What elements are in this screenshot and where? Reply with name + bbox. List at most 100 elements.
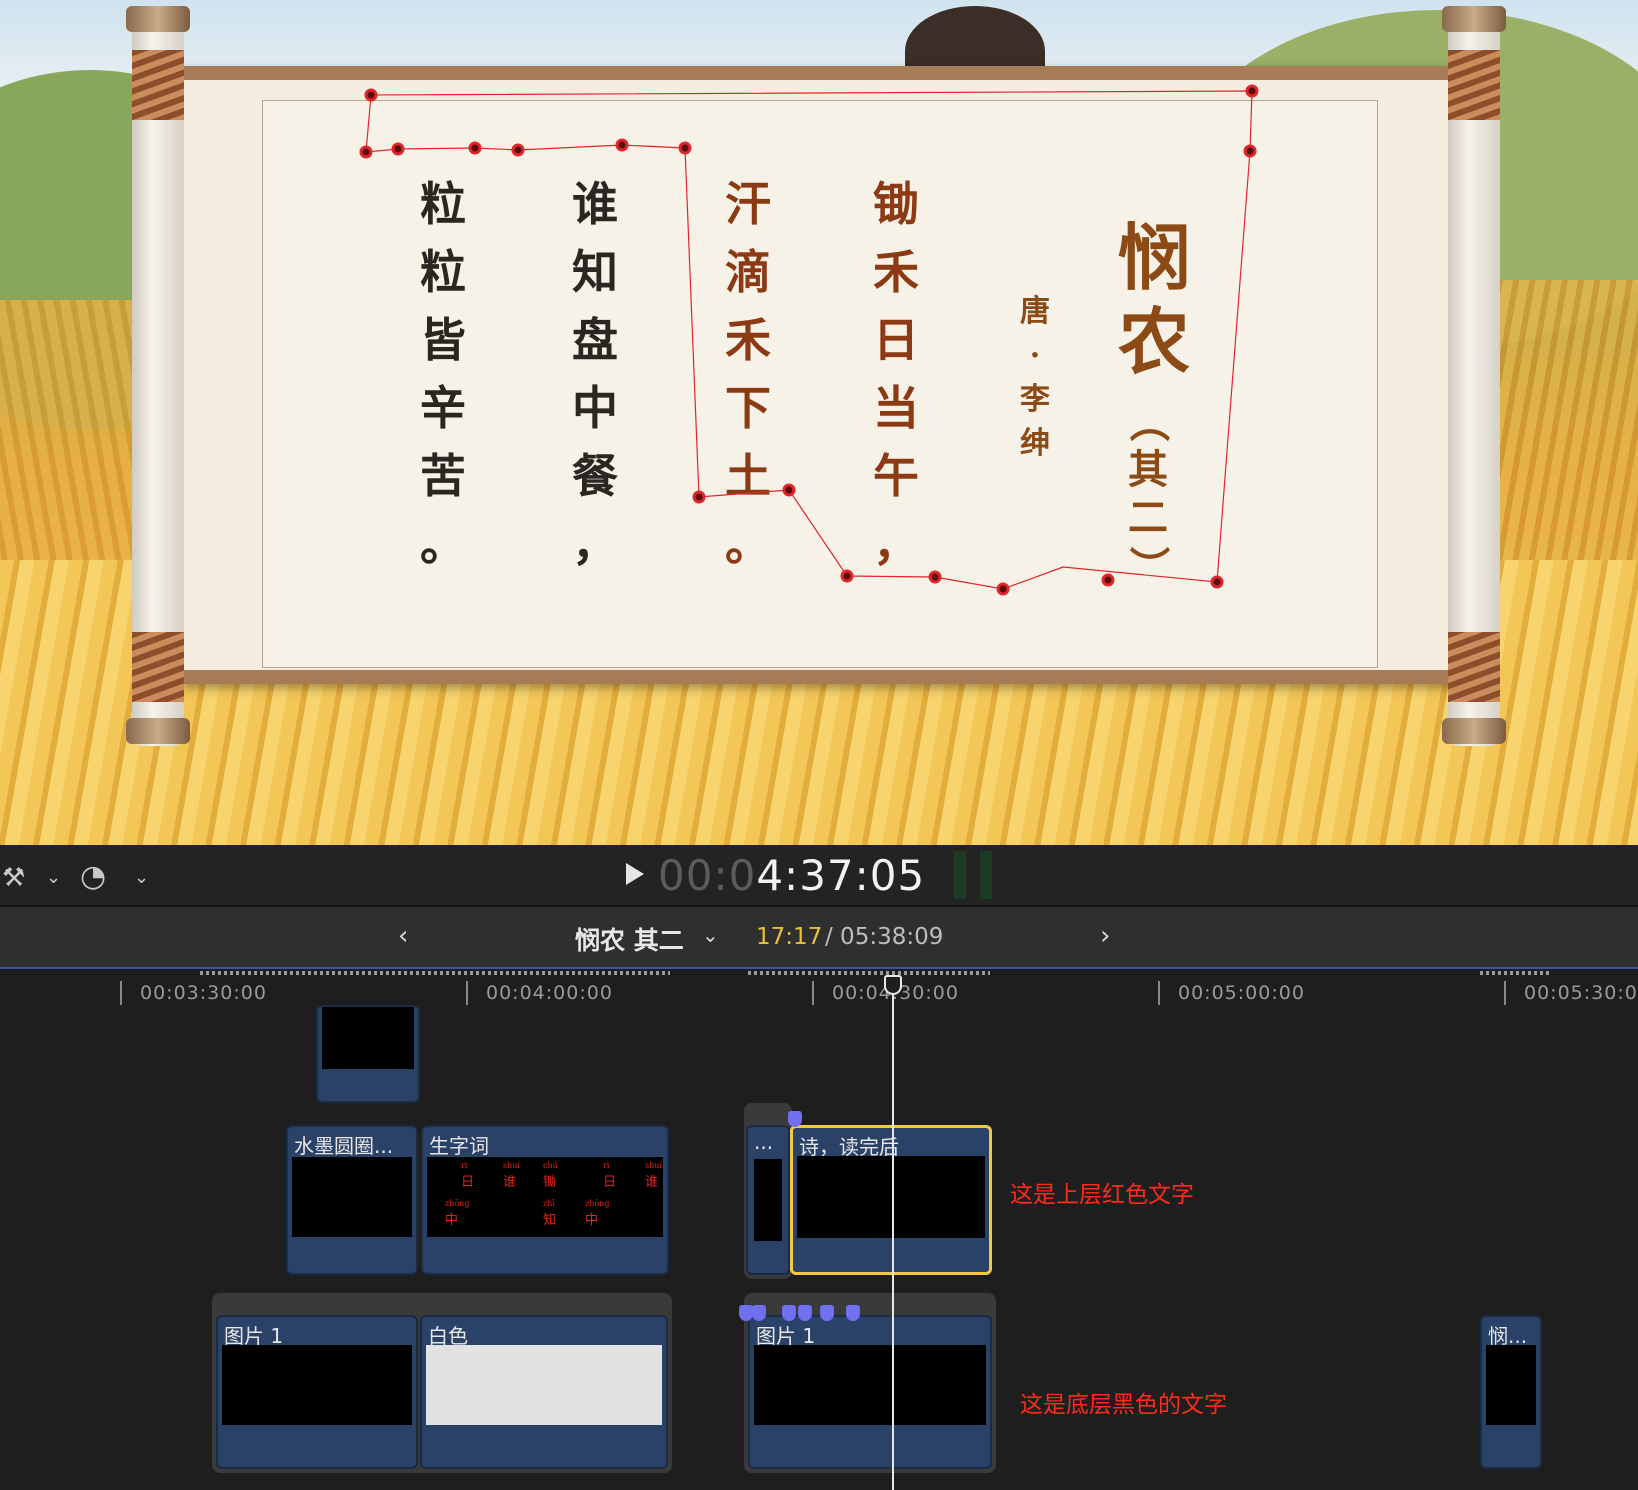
- clip-thumbnail: rì 日 shuí 谁 chú 锄 rì 日 shuí 谁 zhōng 中 zh…: [427, 1157, 663, 1237]
- new-word-char: 日: [461, 1175, 475, 1190]
- ruler-tick: [1504, 981, 1506, 1005]
- ruler-range-dots: [1480, 971, 1550, 975]
- clip-thumbnail: [1486, 1345, 1536, 1425]
- clip-image-1-b[interactable]: 图片 1: [748, 1315, 992, 1469]
- clip-marker[interactable]: [752, 1305, 766, 1321]
- annotation-lower-black-text: 这是底层黑色的文字: [1020, 1392, 1227, 1418]
- project-name[interactable]: 悯农 其二: [575, 921, 684, 957]
- pinyin-text: rì: [461, 1161, 468, 1170]
- mask-control-point[interactable]: [678, 141, 692, 155]
- pinyin-text: zhōng: [585, 1199, 610, 1208]
- new-word-char: 日: [603, 1175, 617, 1190]
- timeline-header: ‹ 悯农 其二 ⌄ 17:17 / 05:38:09 ›: [0, 907, 1638, 967]
- pinyin-text: zhōng: [445, 1199, 470, 1208]
- new-word-char: 锄: [543, 1175, 557, 1190]
- ruler-label: 00:04:00:00: [486, 982, 613, 1004]
- annotation-upper-red-text: 这是上层红色文字: [1010, 1182, 1194, 1208]
- timeline-tracks: 水墨圆圈... 生字词 rì 日 shuí 谁 chú 锄 rì 日 shuí …: [0, 1005, 1638, 1490]
- magic-wand-icon[interactable]: ⚒: [2, 863, 25, 893]
- mask-control-point[interactable]: [1245, 84, 1259, 98]
- clip-thumbnail: [292, 1157, 412, 1237]
- play-button[interactable]: [626, 863, 644, 885]
- ruler-tick: [1158, 981, 1160, 1005]
- mask-control-point[interactable]: [615, 138, 629, 152]
- playhead-handle[interactable]: [884, 975, 902, 995]
- mask-control-point[interactable]: [840, 569, 854, 583]
- mask-outline[interactable]: [365, 90, 1253, 590]
- clip-image-1[interactable]: 图片 1: [216, 1315, 418, 1469]
- chevron-down-icon[interactable]: ⌄: [702, 923, 719, 947]
- new-word-char: 中: [585, 1213, 599, 1228]
- mask-control-point[interactable]: [928, 570, 942, 584]
- clip-marker[interactable]: [798, 1305, 812, 1321]
- timeline-ruler[interactable]: 00:03:30:00 00:04:00:00 00:04:30:00 00:0…: [0, 967, 1638, 1007]
- clip-white[interactable]: 白色: [420, 1315, 668, 1469]
- clip-marker[interactable]: [788, 1111, 802, 1127]
- clip-label: 水墨圆圈...: [294, 1134, 394, 1158]
- ruler-tick: [812, 981, 814, 1005]
- mask-control-point[interactable]: [1243, 144, 1257, 158]
- mask-control-point[interactable]: [782, 483, 796, 497]
- mask-control-point[interactable]: [468, 141, 482, 155]
- new-word-char: 谁: [645, 1175, 659, 1190]
- mask-control-point[interactable]: [692, 490, 706, 504]
- new-word-char: 中: [445, 1213, 459, 1228]
- clip-thumbnail: [222, 1345, 412, 1425]
- mask-control-point[interactable]: [511, 143, 525, 157]
- chevron-down-icon[interactable]: ⌄: [134, 867, 149, 888]
- clip-thumbnail: [797, 1156, 985, 1238]
- mask-control-points[interactable]: [359, 84, 1259, 596]
- ruler-label: 00:05:00:00: [1178, 982, 1305, 1004]
- clip-marker[interactable]: [846, 1305, 860, 1321]
- transport-bar: ⚒ ⌄ ◔ ⌄ 00:04:37:05: [0, 845, 1638, 907]
- clip-min-title[interactable]: 悯...: [1480, 1315, 1542, 1469]
- clip-poem-read[interactable]: 诗，读完后: [790, 1125, 992, 1275]
- mask-control-point[interactable]: [1101, 573, 1115, 587]
- clip-marker[interactable]: [782, 1305, 796, 1321]
- clip-thumbnail: [754, 1159, 782, 1241]
- playhead[interactable]: [892, 975, 894, 1490]
- clip-ink-circle[interactable]: 水墨圆圈...: [286, 1125, 418, 1275]
- timeline-clip[interactable]: [316, 1005, 420, 1103]
- pinyin-text: rì: [603, 1161, 610, 1170]
- timecode-dim: 00:0: [658, 851, 757, 900]
- ruler-label: 00:03:30:00: [140, 982, 267, 1004]
- clip-label: ...: [754, 1130, 774, 1154]
- chevron-down-icon[interactable]: ⌄: [46, 867, 61, 888]
- clip-marker[interactable]: [739, 1305, 753, 1321]
- clip-new-words[interactable]: 生字词 rì 日 shuí 谁 chú 锄 rì 日 shuí 谁 zhōng …: [421, 1125, 669, 1275]
- clip-thumbnail: [322, 1007, 414, 1069]
- pinyin-text: chú: [543, 1161, 558, 1170]
- retime-icon[interactable]: ◔: [80, 859, 106, 894]
- clip-thumbnail: [426, 1345, 662, 1425]
- back-arrow-icon[interactable]: ‹: [398, 921, 408, 951]
- ruler-range-dots: [200, 971, 670, 975]
- clip-marker[interactable]: [820, 1305, 834, 1321]
- clip-small-scroll[interactable]: ...: [746, 1125, 790, 1275]
- timeline-current-duration: 17:17: [756, 924, 823, 950]
- new-word-char: 知: [543, 1213, 557, 1228]
- audio-meter-right: [980, 851, 992, 899]
- ruler-tick: [120, 981, 122, 1005]
- timecode-display[interactable]: 00:04:37:05: [658, 851, 925, 900]
- mask-control-point[interactable]: [996, 582, 1010, 596]
- audio-meter-left: [954, 851, 966, 899]
- forward-arrow-icon[interactable]: ›: [1100, 921, 1110, 951]
- ruler-tick: [466, 981, 468, 1005]
- mask-control-point[interactable]: [364, 88, 378, 102]
- clip-label: 生字词: [429, 1134, 489, 1158]
- timecode-main: 4:37:05: [756, 851, 926, 900]
- timeline-total-duration: / 05:38:09: [825, 924, 944, 950]
- draw-mask-path[interactable]: [0, 0, 1638, 845]
- viewer-canvas: 悯 农 （ 其 二 ） 唐 · 李 绅 锄 禾 日 当 午 ， 汗 滴 禾 下 …: [0, 0, 1638, 845]
- ruler-label: 00:05:30:0: [1524, 982, 1638, 1004]
- mask-control-point[interactable]: [359, 145, 373, 159]
- clip-thumbnail: [754, 1345, 986, 1425]
- pinyin-text: shuí: [645, 1161, 662, 1170]
- mask-control-point[interactable]: [391, 142, 405, 156]
- pinyin-text: zhī: [543, 1199, 555, 1208]
- ruler-range-dots: [748, 971, 990, 975]
- new-word-char: 谁: [503, 1175, 517, 1190]
- pinyin-text: shuí: [503, 1161, 520, 1170]
- mask-control-point[interactable]: [1210, 575, 1224, 589]
